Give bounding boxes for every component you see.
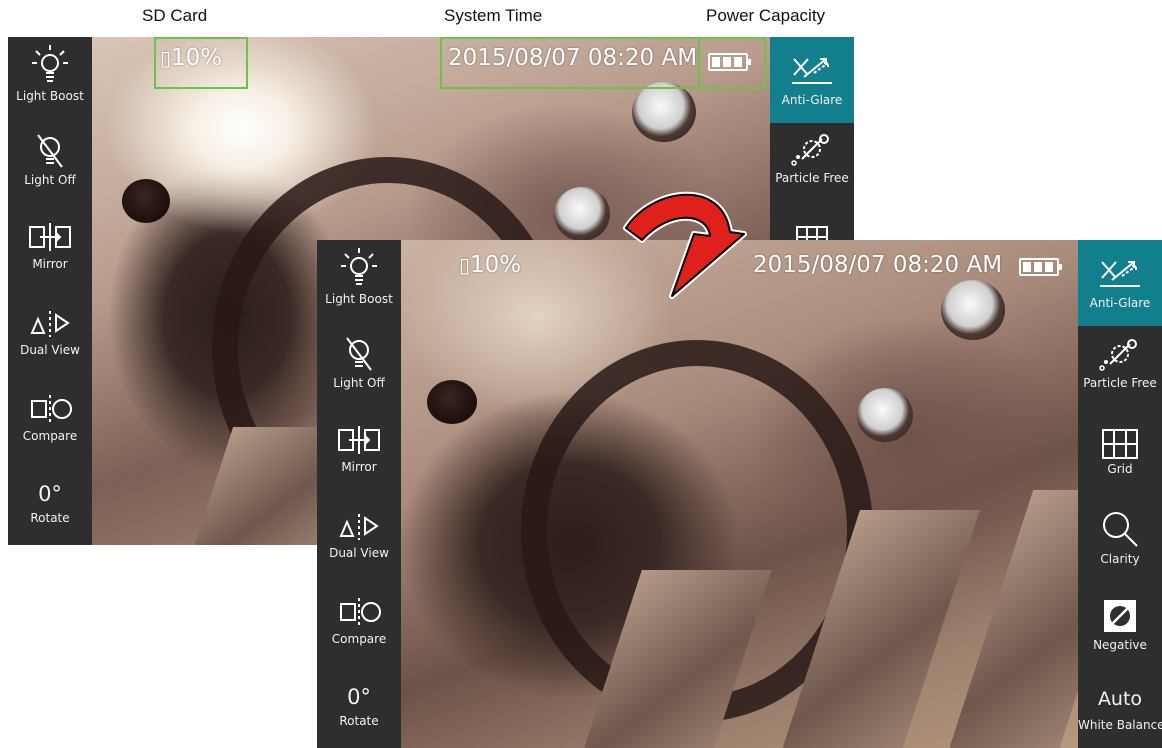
light-off-button[interactable]: Light Off (317, 334, 401, 410)
battery-icon (1019, 258, 1062, 276)
compare-button[interactable]: Compare (8, 391, 92, 467)
tool-label: Light Off (24, 173, 76, 187)
bulb-rays-icon (32, 45, 68, 82)
tool-label: Compare (22, 429, 78, 443)
particle-free-button[interactable]: Particle Free (770, 129, 854, 209)
mirror-icon (338, 426, 380, 454)
left-toolbar: Light Boost Light Off Mirror Dual View C… (317, 240, 401, 748)
mirror-icon (29, 223, 71, 251)
tool-label: Particle Free (775, 171, 849, 185)
system-time-highlight (440, 37, 700, 89)
light-off-button[interactable]: Light Off (8, 131, 92, 207)
anti-glare-icon (1100, 261, 1140, 287)
chain-pin (857, 388, 913, 442)
tool-label: Light Boost (325, 292, 393, 306)
particle-free-icon (1099, 339, 1137, 371)
chain-pin (632, 82, 696, 142)
rotate-value: 0° (38, 482, 62, 506)
compare-icon (340, 598, 381, 626)
tool-label: Dual View (20, 343, 80, 357)
system-time-status: 2015/08/07 08:20 AM (753, 252, 1003, 278)
magnifier-icon (1103, 512, 1138, 547)
tool-label: Particle Free (1083, 376, 1157, 390)
white-balance-value: Auto (1097, 688, 1143, 710)
tool-label: Grid (1107, 462, 1133, 476)
anti-glare-button[interactable]: Anti-Glare (1078, 240, 1162, 326)
tool-label: Light Boost (16, 89, 84, 103)
tool-label: Clarity (1100, 552, 1140, 566)
system-time-callout: System Time (444, 6, 543, 25)
bulb-rays-icon (341, 248, 377, 285)
tool-label: Negative (1093, 638, 1147, 652)
grid-icon (1102, 429, 1138, 459)
rotate-button[interactable]: 0° Rotate (317, 682, 401, 748)
bulb-off-icon (346, 337, 372, 371)
dual-view-button[interactable]: Dual View (317, 508, 401, 584)
light-boost-button[interactable]: Light Boost (317, 246, 401, 322)
anti-glare-button[interactable]: Anti-Glare (770, 37, 854, 123)
particle-free-button[interactable]: Particle Free (1078, 334, 1162, 414)
left-toolbar: Light Boost Light Off Mirror Dual View C… (8, 37, 92, 545)
bolt-hole (122, 179, 170, 223)
sd-card-icon: ▯ (459, 253, 471, 277)
tool-label: Mirror (341, 460, 377, 474)
clarity-button[interactable]: Clarity (1078, 508, 1162, 588)
anti-glare-icon (792, 58, 832, 84)
compare-button[interactable]: Compare (317, 594, 401, 670)
power-capacity-highlight (698, 37, 766, 89)
transition-arrow (623, 191, 747, 299)
sd-card-highlight (154, 37, 248, 89)
tool-label: Compare (331, 632, 387, 646)
tool-label: Dual View (329, 546, 389, 560)
compare-icon (31, 395, 72, 423)
grid-button[interactable]: Grid (1078, 428, 1162, 504)
right-toolbar: Anti-Glare Particle Free Grid Clarity Ne… (1078, 240, 1162, 748)
dual-view-icon (30, 311, 70, 337)
bolt-hole (427, 380, 477, 424)
mirror-button[interactable]: Mirror (317, 422, 401, 498)
tool-label: Anti-Glare (781, 93, 843, 107)
tool-label: Rotate (339, 714, 379, 728)
rotate-value: 0° (347, 685, 371, 709)
bulb-off-icon (37, 134, 63, 168)
negative-icon (1104, 600, 1136, 632)
chain-pin (554, 187, 610, 241)
dual-view-button[interactable]: Dual View (8, 305, 92, 381)
tool-label: Rotate (30, 511, 70, 525)
sd-card-callout: SD Card (142, 6, 208, 25)
white-balance-button[interactable]: Auto White Balance (1078, 682, 1162, 748)
tool-label: Mirror (32, 257, 68, 271)
chain-pin (941, 280, 1005, 340)
screen-after: Light Boost Light Off Mirror Dual View C… (317, 240, 1162, 748)
mirror-button[interactable]: Mirror (8, 219, 92, 295)
tool-label: White Balance (1078, 718, 1162, 732)
sd-card-value: 10% (470, 252, 522, 278)
negative-button[interactable]: Negative (1078, 596, 1162, 672)
tool-label: Anti-Glare (1089, 296, 1151, 310)
particle-free-icon (791, 134, 829, 166)
dual-view-icon (339, 514, 379, 540)
camera-feed (401, 240, 1078, 748)
rotate-button[interactable]: 0° Rotate (8, 479, 92, 545)
tool-label: Light Off (333, 376, 385, 390)
sd-card-status: ▯10% (459, 252, 521, 278)
light-boost-button[interactable]: Light Boost (8, 43, 92, 119)
power-capacity-callout: Power Capacity (706, 6, 826, 25)
